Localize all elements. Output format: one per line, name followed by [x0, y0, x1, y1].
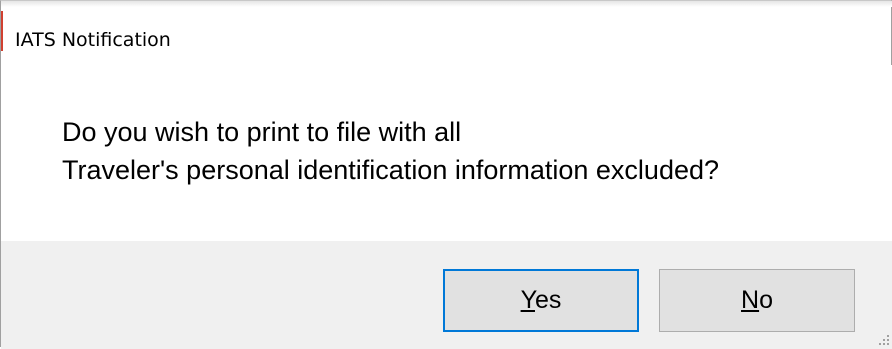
message-line-2: Traveler's personal identification infor…	[62, 155, 720, 185]
no-button-mnemonic: N	[741, 286, 760, 314]
dialog-content: Do you wish to print to file with all Tr…	[1, 65, 892, 241]
no-button[interactable]: No	[659, 269, 855, 332]
no-button-label: No	[741, 286, 773, 315]
yes-button[interactable]: Yes	[443, 269, 639, 332]
yes-button-label-rest: es	[534, 286, 562, 314]
dialog-top-edge	[1, 1, 892, 7]
no-button-label-rest: o	[759, 286, 773, 314]
dialog-titlebar[interactable]: IATS Notification	[1, 15, 892, 65]
yes-button-label: Yes	[521, 286, 562, 315]
dialog-button-bar: Yes No	[1, 241, 892, 349]
dialog-title: IATS Notification	[15, 29, 171, 51]
yes-button-mnemonic: Y	[520, 286, 535, 314]
notification-dialog: IATS Notification Do you wish to print t…	[0, 0, 892, 349]
dialog-message: Do you wish to print to file with all Tr…	[62, 113, 719, 189]
size-grip-icon[interactable]	[877, 333, 889, 345]
message-line-1: Do you wish to print to file with all	[62, 117, 462, 147]
